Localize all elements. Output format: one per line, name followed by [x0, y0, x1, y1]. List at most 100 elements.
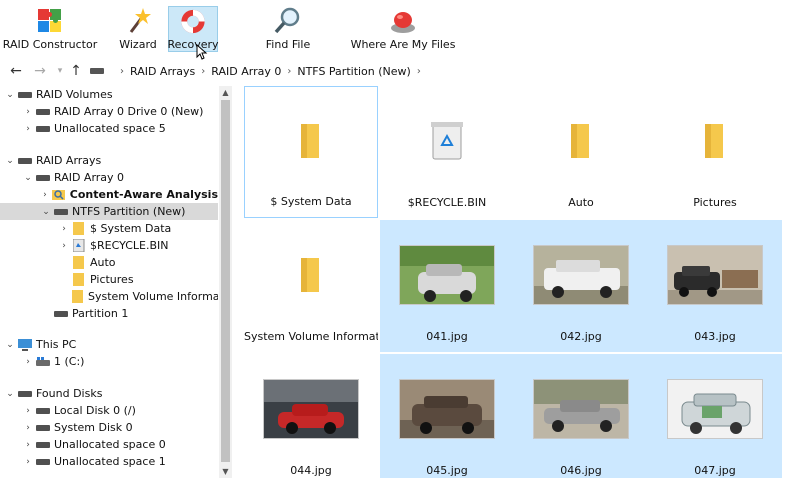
file-tile-system-volume-information[interactable]: System Volume Information	[244, 220, 378, 352]
expand-arrow-icon[interactable]: ›	[58, 240, 70, 252]
breadcrumb-separator: ›	[120, 65, 124, 77]
expand-arrow-icon[interactable]: ›	[22, 422, 34, 434]
recycle-bin-icon	[431, 122, 463, 160]
collapse-arrow-icon[interactable]: ⌄	[4, 339, 16, 351]
folder-icon	[72, 290, 84, 303]
tree-item-unallocated-1[interactable]: › Unallocated space 1	[0, 453, 218, 470]
scroll-up-icon[interactable]: ▲	[219, 86, 232, 99]
photo-thumbnail	[399, 379, 495, 439]
file-tile-044[interactable]: 044.jpg	[244, 354, 378, 478]
expand-arrow-icon[interactable]: ›	[22, 356, 34, 368]
tree-item-raid-array-drive[interactable]: › RAID Array 0 Drive 0 (New)	[0, 103, 218, 120]
drive-icon	[54, 308, 68, 320]
photo-thumbnail	[533, 245, 629, 305]
photo-thumbnail	[667, 245, 763, 305]
file-name: Pictures	[693, 196, 737, 209]
up-arrow-icon[interactable]: ↑	[66, 60, 86, 82]
folder-icon	[301, 124, 319, 158]
tree-item-unallocated-5[interactable]: › Unallocated space 5	[0, 120, 218, 137]
collapse-arrow-icon[interactable]: ⌄	[40, 206, 52, 218]
file-tile-recycle-bin[interactable]: $RECYCLE.BIN	[380, 86, 514, 218]
recovery-label: Recovery	[167, 38, 219, 51]
tree-item-unallocated-0[interactable]: › Unallocated space 0	[0, 436, 218, 453]
breadcrumb-separator: ›	[201, 65, 206, 77]
file-tile-042[interactable]: 042.jpg	[514, 220, 648, 352]
tree-item-raid-array-0[interactable]: ⌄ RAID Array 0	[0, 169, 218, 186]
file-tile-043[interactable]: 043.jpg	[648, 220, 782, 352]
expand-arrow-icon[interactable]: ›	[22, 405, 34, 417]
breadcrumb: › RAID Arrays › RAID Array 0 › NTFS Part…	[90, 60, 427, 82]
file-tile-046[interactable]: 046.jpg	[514, 354, 648, 478]
expand-arrow-icon[interactable]: ›	[40, 189, 50, 201]
forward-arrow-icon[interactable]: →	[30, 60, 50, 82]
tree-item-system-disk[interactable]: › System Disk 0	[0, 419, 218, 436]
back-arrow-icon[interactable]: ←	[6, 60, 26, 82]
tree-item-system-volume-information[interactable]: System Volume Information	[0, 288, 218, 305]
file-name: 045.jpg	[426, 464, 468, 477]
collapse-arrow-icon[interactable]: ⌄	[22, 172, 34, 184]
panic-button-icon	[391, 12, 415, 33]
tree-item-system-data[interactable]: › $ System Data	[0, 220, 218, 237]
file-tile-047[interactable]: 047.jpg	[648, 354, 782, 478]
tree-label: RAID Volumes	[36, 88, 113, 101]
wizard-label: Wizard	[119, 38, 157, 51]
tree-label: NTFS Partition (New)	[72, 205, 186, 218]
expand-arrow-icon[interactable]: ›	[22, 439, 34, 451]
tree-label: System Volume Information	[88, 290, 218, 303]
tree-label: RAID Array 0 Drive 0 (New)	[54, 105, 204, 118]
tree-item-recycle-bin[interactable]: › $RECYCLE.BIN	[0, 237, 218, 254]
magic-wand-icon	[129, 8, 151, 33]
file-tile-system-data[interactable]: $ System Data	[244, 86, 378, 218]
file-tile-auto[interactable]: Auto	[514, 86, 648, 218]
where-are-my-files-label: Where Are My Files	[350, 38, 456, 51]
breadcrumb-ntfs-partition[interactable]: NTFS Partition (New)	[297, 65, 410, 78]
tree-item-pictures[interactable]: Pictures	[0, 271, 218, 288]
wizard-button[interactable]: Wizard	[118, 6, 158, 52]
breadcrumb-separator: ›	[287, 65, 292, 77]
tree-item-raid-volumes[interactable]: ⌄ RAID Volumes	[0, 86, 218, 103]
tree-item-found-disks[interactable]: ⌄ Found Disks	[0, 385, 218, 402]
tree-scrollbar[interactable]: ▲ ▼	[219, 86, 232, 478]
collapse-arrow-icon[interactable]: ⌄	[4, 89, 16, 101]
find-file-button[interactable]: Find File	[266, 6, 310, 52]
expand-arrow-icon[interactable]: ›	[22, 106, 34, 118]
tree-item-drive-c[interactable]: › 1 (C:)	[0, 353, 218, 370]
scroll-down-icon[interactable]: ▼	[219, 465, 232, 478]
tree-label: Partition 1	[72, 307, 129, 320]
drive-icon	[36, 439, 50, 451]
tree-item-raid-arrays[interactable]: ⌄ RAID Arrays	[0, 152, 218, 169]
file-tile-041[interactable]: 041.jpg	[380, 220, 514, 352]
breadcrumb-raid-array-0[interactable]: RAID Array 0	[211, 65, 281, 78]
folder-icon	[72, 273, 86, 286]
computer-icon	[18, 338, 32, 351]
breadcrumb-raid-arrays[interactable]: RAID Arrays	[130, 65, 195, 78]
drive-icon	[36, 405, 50, 417]
collapse-arrow-icon[interactable]: ⌄	[4, 155, 16, 167]
tree-item-ntfs-partition[interactable]: ⌄ NTFS Partition (New)	[0, 203, 218, 220]
recovery-button[interactable]: Recovery	[167, 6, 219, 52]
tree-item-partition-1[interactable]: Partition 1	[0, 305, 218, 322]
drive-icon	[90, 68, 104, 74]
file-tile-045[interactable]: 045.jpg	[380, 354, 514, 478]
collapse-arrow-icon[interactable]: ⌄	[4, 388, 16, 400]
raid-constructor-button[interactable]: RAID Constructor	[3, 6, 97, 52]
file-name: System Volume Information	[244, 330, 378, 343]
tree-item-this-pc[interactable]: ⌄ This PC	[0, 336, 218, 353]
magnifier-icon	[274, 7, 300, 34]
tree-item-content-aware[interactable]: › Content-Aware Analysis	[0, 186, 218, 203]
scrollbar-thumb[interactable]	[221, 100, 230, 462]
tree-item-local-disk[interactable]: › Local Disk 0 (/)	[0, 402, 218, 419]
drive-icon	[36, 123, 50, 135]
file-tile-pictures[interactable]: Pictures	[648, 86, 782, 218]
folder-icon	[705, 124, 723, 158]
expand-arrow-icon[interactable]: ›	[22, 123, 34, 135]
tree-label: Local Disk 0 (/)	[54, 404, 136, 417]
tree-label: This PC	[36, 338, 77, 351]
tree-item-auto[interactable]: Auto	[0, 254, 218, 271]
expand-arrow-icon[interactable]: ›	[58, 223, 70, 235]
file-grid: $ System Data $RECYCLE.BIN Auto Pictures…	[236, 86, 788, 478]
where-are-my-files-button[interactable]: Where Are My Files	[351, 6, 455, 52]
file-name: $ System Data	[270, 195, 352, 208]
expand-arrow-icon[interactable]: ›	[22, 456, 34, 468]
file-name: 042.jpg	[560, 330, 602, 343]
